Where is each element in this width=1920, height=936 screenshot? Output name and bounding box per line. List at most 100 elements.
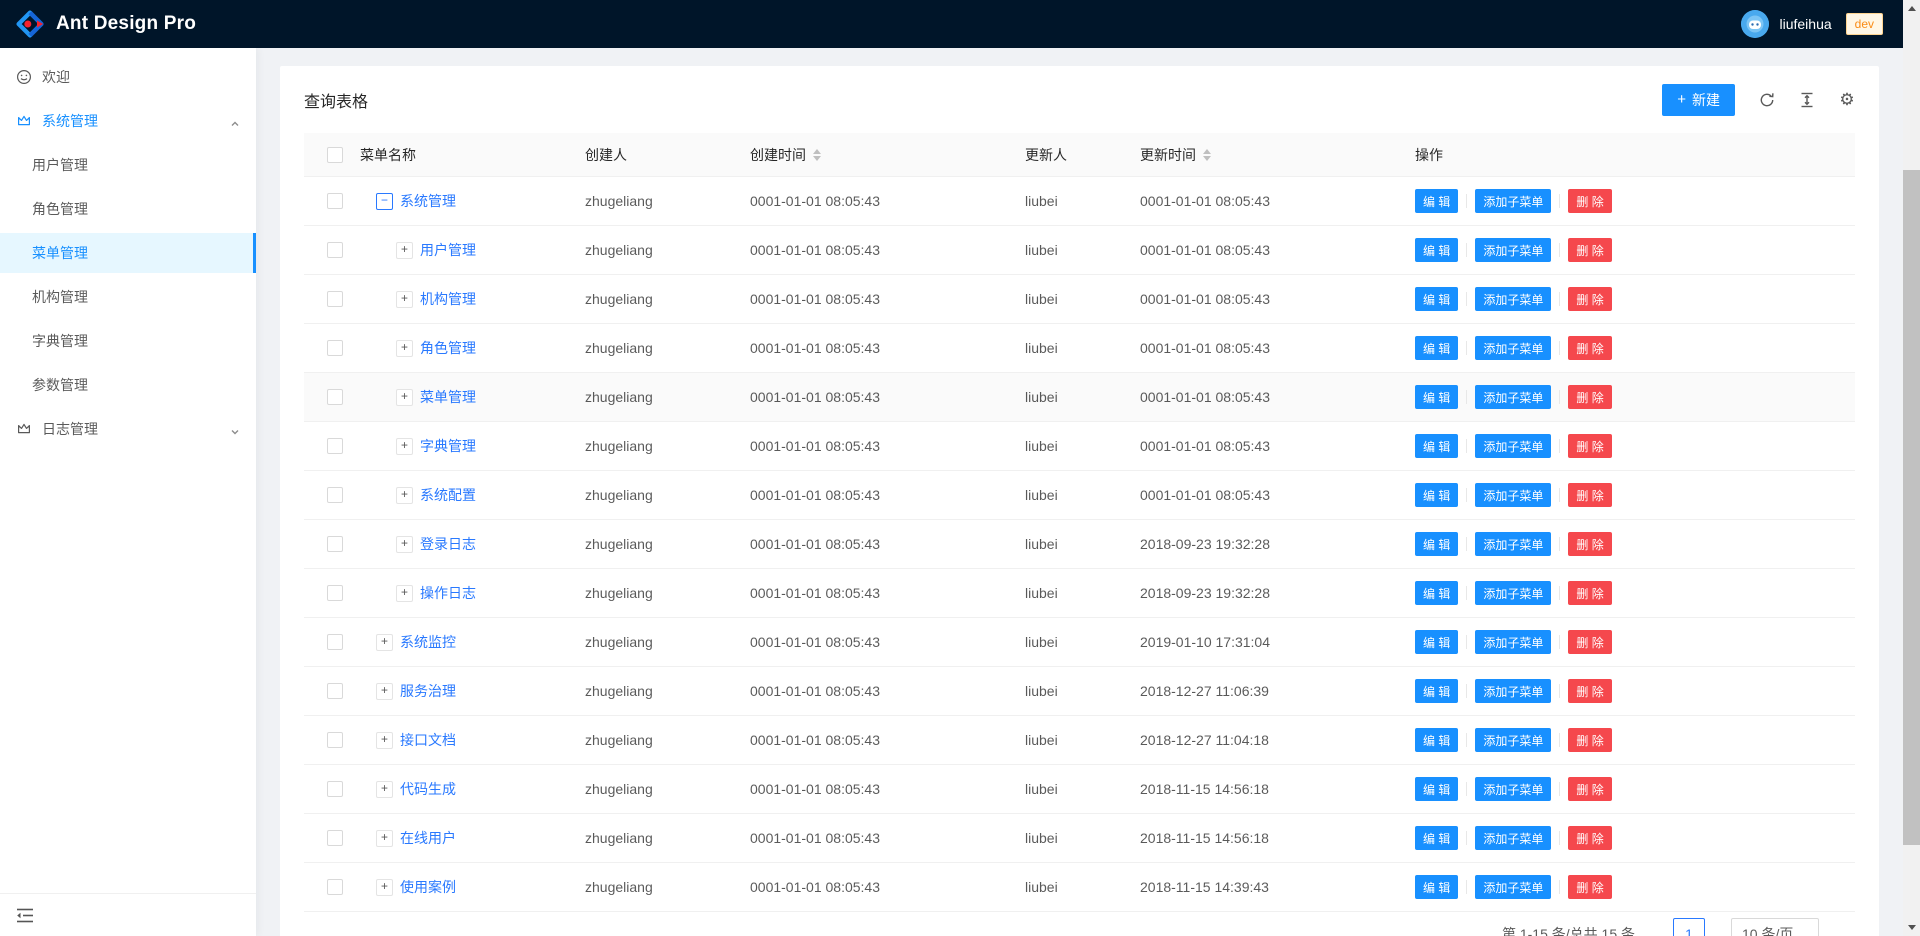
edit-button[interactable]: 编 辑 [1415,679,1458,703]
expand-row-icon[interactable]: + [376,634,393,651]
menu-name-link[interactable]: 登录日志 [420,534,476,554]
edit-button[interactable]: 编 辑 [1415,189,1458,213]
row-checkbox[interactable] [327,291,343,307]
delete-button[interactable]: 删 除 [1568,532,1611,556]
logo[interactable]: Ant Design Pro [16,10,196,38]
expand-row-icon[interactable]: + [376,830,393,847]
delete-button[interactable]: 删 除 [1568,287,1611,311]
add-submenu-button[interactable]: 添加子菜单 [1475,336,1551,360]
delete-button[interactable]: 删 除 [1568,630,1611,654]
delete-button[interactable]: 删 除 [1568,483,1611,507]
expand-row-icon[interactable]: + [376,683,393,700]
delete-button[interactable]: 删 除 [1568,728,1611,752]
user-avatar[interactable] [1741,10,1769,38]
add-submenu-button[interactable]: 添加子菜单 [1475,532,1551,556]
row-checkbox[interactable] [327,585,343,601]
add-submenu-button[interactable]: 添加子菜单 [1475,581,1551,605]
edit-button[interactable]: 编 辑 [1415,434,1458,458]
menu-name-link[interactable]: 角色管理 [420,338,476,358]
menu-name-link[interactable]: 接口文档 [400,730,456,750]
sidebar-item-4[interactable]: 菜单管理 [0,233,256,273]
delete-button[interactable]: 删 除 [1568,826,1611,850]
add-submenu-button[interactable]: 添加子菜单 [1475,679,1551,703]
delete-button[interactable]: 删 除 [1568,385,1611,409]
sidebar-item-7[interactable]: 参数管理 [0,365,256,405]
row-checkbox[interactable] [327,879,343,895]
edit-button[interactable]: 编 辑 [1415,532,1458,556]
edit-button[interactable]: 编 辑 [1415,287,1458,311]
menu-name-link[interactable]: 用户管理 [420,240,476,260]
delete-button[interactable]: 删 除 [1568,777,1611,801]
delete-button[interactable]: 删 除 [1568,238,1611,262]
row-checkbox[interactable] [327,732,343,748]
row-checkbox[interactable] [327,830,343,846]
edit-button[interactable]: 编 辑 [1415,483,1458,507]
expand-row-icon[interactable]: + [396,242,413,259]
add-submenu-button[interactable]: 添加子菜单 [1475,728,1551,752]
menu-name-link[interactable]: 菜单管理 [420,387,476,407]
expand-row-icon[interactable]: + [396,438,413,455]
delete-button[interactable]: 删 除 [1568,189,1611,213]
sorter-icon[interactable] [1203,149,1211,161]
edit-button[interactable]: 编 辑 [1415,875,1458,899]
row-checkbox[interactable] [327,487,343,503]
expand-row-icon[interactable]: + [396,389,413,406]
edit-button[interactable]: 编 辑 [1415,581,1458,605]
add-submenu-button[interactable]: 添加子菜单 [1475,630,1551,654]
edit-button[interactable]: 编 辑 [1415,728,1458,752]
row-checkbox[interactable] [327,340,343,356]
sorter-icon[interactable] [813,149,821,161]
page-size-select[interactable]: 10 条/页 [1731,918,1819,936]
sidebar-item-2[interactable]: 用户管理 [0,145,256,185]
menu-name-link[interactable]: 使用案例 [400,877,456,897]
user-area[interactable]: liufeihua dev [1741,10,1883,38]
row-checkbox[interactable] [327,634,343,650]
collapse-row-icon[interactable]: − [376,193,393,210]
sidebar-item-3[interactable]: 角色管理 [0,189,256,229]
new-button[interactable]: + 新建 [1662,84,1735,116]
add-submenu-button[interactable]: 添加子菜单 [1475,777,1551,801]
menu-name-link[interactable]: 字典管理 [420,436,476,456]
expand-row-icon[interactable]: + [376,879,393,896]
reload-icon[interactable] [1759,92,1775,108]
add-submenu-button[interactable]: 添加子菜单 [1475,434,1551,458]
expand-row-icon[interactable]: + [376,781,393,798]
delete-button[interactable]: 删 除 [1568,336,1611,360]
menu-name-link[interactable]: 系统监控 [400,632,456,652]
row-checkbox[interactable] [327,389,343,405]
row-checkbox[interactable] [327,683,343,699]
add-submenu-button[interactable]: 添加子菜单 [1475,385,1551,409]
pagination-page-1[interactable]: 1 [1673,918,1705,936]
edit-button[interactable]: 编 辑 [1415,630,1458,654]
sidebar-item-0[interactable]: 欢迎 [0,57,256,97]
settings-gear-icon[interactable]: ⚙ [1839,92,1855,108]
delete-button[interactable]: 删 除 [1568,434,1611,458]
scrollbar-up-arrow[interactable] [1903,0,1920,17]
add-submenu-button[interactable]: 添加子菜单 [1475,483,1551,507]
edit-button[interactable]: 编 辑 [1415,336,1458,360]
add-submenu-button[interactable]: 添加子菜单 [1475,238,1551,262]
scrollbar-thumb[interactable] [1903,170,1920,845]
delete-button[interactable]: 删 除 [1568,679,1611,703]
col-header-create-time[interactable]: 创建时间 [750,145,1025,165]
menu-name-link[interactable]: 机构管理 [420,289,476,309]
row-checkbox[interactable] [327,781,343,797]
expand-row-icon[interactable]: + [396,291,413,308]
menu-name-link[interactable]: 代码生成 [400,779,456,799]
scrollbar-down-arrow[interactable] [1903,919,1920,936]
add-submenu-button[interactable]: 添加子菜单 [1475,189,1551,213]
menu-name-link[interactable]: 操作日志 [420,583,476,603]
sidebar-item-1[interactable]: 系统管理 [0,101,256,141]
sidebar-collapse-trigger[interactable] [0,893,256,936]
edit-button[interactable]: 编 辑 [1415,385,1458,409]
sidebar-item-5[interactable]: 机构管理 [0,277,256,317]
edit-button[interactable]: 编 辑 [1415,777,1458,801]
sidebar-item-6[interactable]: 字典管理 [0,321,256,361]
expand-row-icon[interactable]: + [396,340,413,357]
expand-row-icon[interactable]: + [376,732,393,749]
select-all-checkbox[interactable] [327,147,343,163]
row-checkbox[interactable] [327,242,343,258]
menu-name-link[interactable]: 服务治理 [400,681,456,701]
add-submenu-button[interactable]: 添加子菜单 [1475,875,1551,899]
vertical-scrollbar[interactable] [1903,0,1920,936]
